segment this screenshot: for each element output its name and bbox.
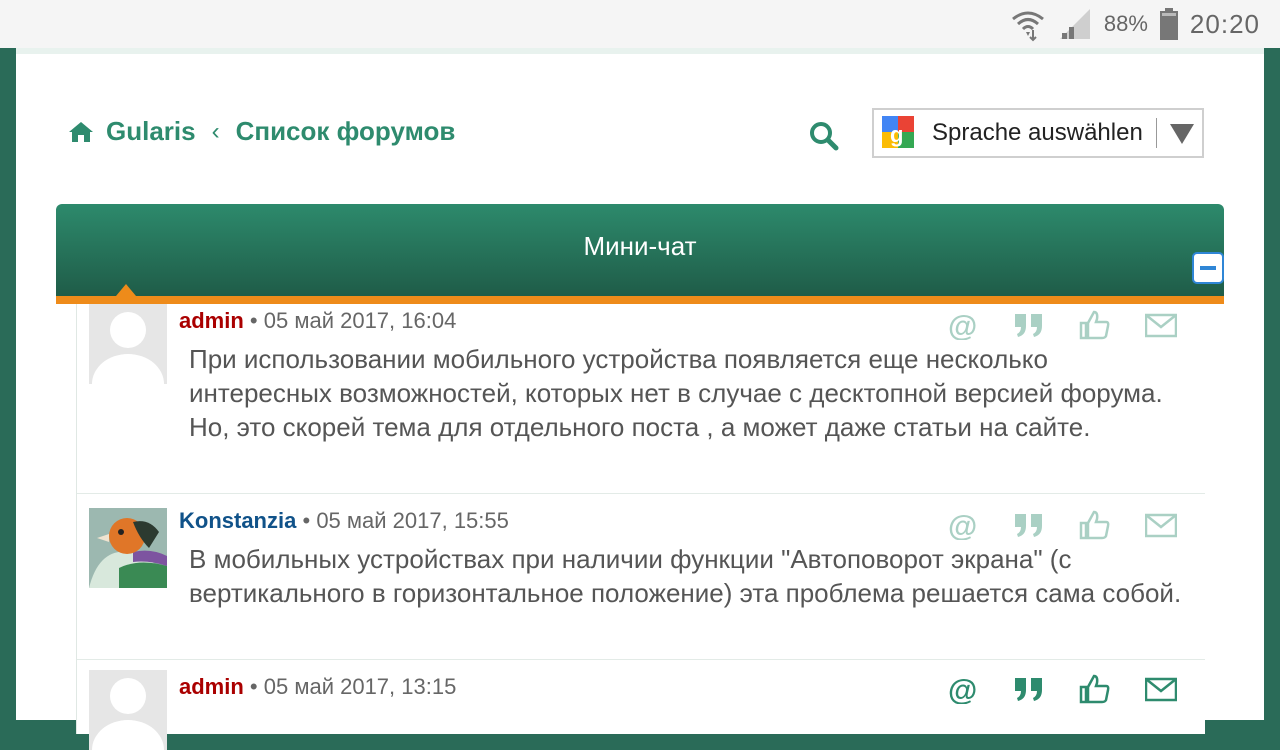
breadcrumb-separator: ‹ [211,117,220,145]
mini-chat-header: Мини-чат [56,204,1224,296]
message-header: admin • 05 май 2017, 13:15 [179,674,456,700]
separator: • [302,508,311,533]
google-translate-icon: g [882,116,914,148]
mini-chat: Мини-чат admin • 05 май 2017, 16:04 При … [56,204,1224,750]
language-select-divider [1156,118,1157,148]
message-actions: @ [947,310,1177,340]
language-select[interactable]: g Sprache auswählen [872,108,1204,158]
like-icon[interactable] [1079,510,1111,540]
message-date: 05 май 2017, 15:55 [316,508,509,533]
battery-percent: 88% [1103,11,1148,36]
default-avatar-icon [92,678,164,750]
message-date: 05 май 2017, 13:15 [263,674,457,699]
avatar[interactable] [89,670,167,750]
message-header: Konstanzia • 05 май 2017, 15:55 [179,508,509,534]
message-actions: @ [947,674,1177,704]
svg-text:@: @ [948,510,977,540]
avatar[interactable] [89,508,167,588]
separator: • [249,674,258,699]
signal-icon [1059,9,1090,39]
author-link[interactable]: Konstanzia [179,508,296,533]
message-actions: @ [947,510,1177,540]
forum-page: Gularis ‹ Список форумов g Sprache auswä… [16,48,1264,750]
header-accent-bar [56,296,1224,304]
chat-messages: admin • 05 май 2017, 16:04 При использов… [76,304,1205,750]
status-bar: 88% 20:20 [0,0,1280,48]
svg-text:@: @ [948,310,977,340]
message-text: При использовании мобильного устройства … [189,344,1163,442]
message-icon[interactable] [1145,510,1177,540]
quote-icon[interactable] [1013,510,1045,540]
svg-text:@: @ [948,674,977,704]
chat-message: admin • 05 май 2017, 13:15 @ [77,660,1205,750]
message-date: 05 май 2017, 16:04 [263,308,457,333]
clock: 20:20 [1189,8,1260,39]
mention-icon[interactable]: @ [947,310,979,340]
mention-icon[interactable]: @ [947,674,979,704]
message-text: В мобильных устройствах при наличии функ… [189,544,1182,608]
mention-icon[interactable]: @ [947,510,979,540]
author-link[interactable]: admin [179,674,244,699]
svg-text:g: g [890,122,903,147]
message-icon[interactable] [1145,674,1177,704]
like-icon[interactable] [1079,674,1111,704]
dropdown-arrow-icon [1170,124,1194,144]
author-link[interactable]: admin [179,308,244,333]
like-icon[interactable] [1079,310,1111,340]
breadcrumb-home-link[interactable]: Gularis [106,116,196,147]
wifi-icon [1011,11,1044,42]
home-icon [69,121,93,142]
mini-chat-title: Мини-чат [583,231,697,261]
quote-icon[interactable] [1013,310,1045,340]
separator: • [249,308,258,333]
message-header: admin • 05 май 2017, 16:04 [179,308,456,334]
chat-message: admin • 05 май 2017, 16:04 При использов… [77,304,1205,494]
header-notch [116,284,136,296]
chat-message: Konstanzia • 05 май 2017, 15:55 В мобиль… [77,494,1205,660]
breadcrumb: Gularis ‹ Список форумов [68,116,455,147]
bird-avatar-image [89,508,167,588]
language-select-value: Sprache auswählen [932,119,1143,146]
breadcrumb-forum-list-link[interactable]: Список форумов [236,116,456,147]
collapse-icon[interactable] [1192,252,1224,284]
avatar[interactable] [89,304,167,384]
default-avatar-icon [92,312,164,384]
search-icon[interactable] [808,120,840,152]
quote-icon[interactable] [1013,674,1045,704]
battery-icon [1159,8,1178,40]
message-icon[interactable] [1145,310,1177,340]
